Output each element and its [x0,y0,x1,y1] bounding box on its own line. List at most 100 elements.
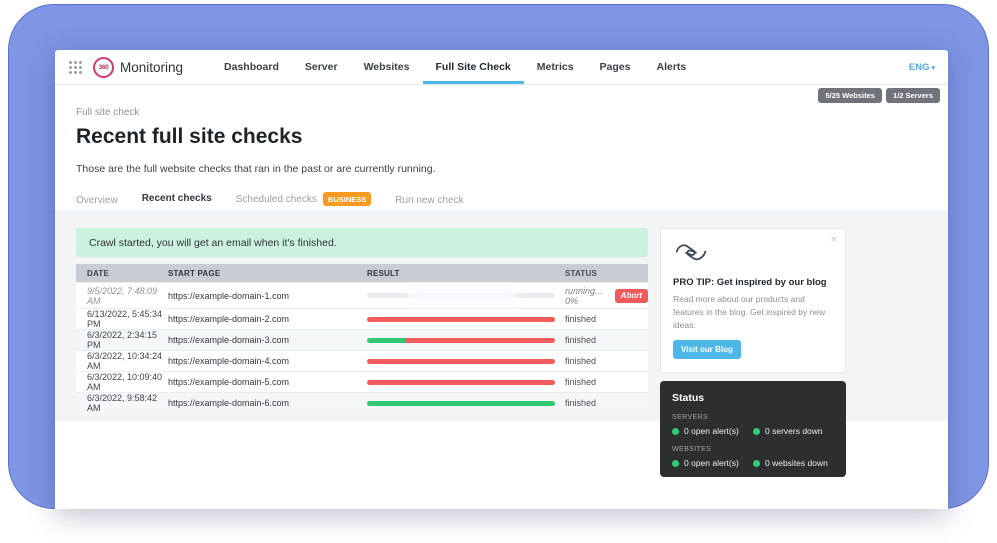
handshake-icon [673,240,709,265]
check-result-cell [365,401,560,406]
table-row: 6/3/2022, 10:09:40 AMhttps://example-dom… [76,371,648,392]
check-date: 6/3/2022, 10:09:40 AM [76,372,166,392]
status-section-row: 0 open alert(s) 0 servers down [672,426,834,436]
column-header-result: RESULT [365,269,560,278]
status-section-label-websites: WEBSITES [672,446,834,453]
check-result-cell [365,293,560,298]
status-text: running... 0% [565,286,608,306]
side-column: × PRO TIP: Get inspired by our blog Read… [660,228,846,477]
status-alert-item: 0 servers down [753,426,834,436]
table-row: 6/3/2022, 2:34:15 PMhttps://example-doma… [76,329,648,350]
nav-item-server[interactable]: Server [292,50,351,84]
nav-item-pages[interactable]: Pages [587,50,644,84]
check-date: 6/13/2022, 5:45:34 PM [76,309,166,329]
abort-button[interactable]: Abort [615,289,648,303]
usage-badge-1-2-servers: 1/2 Servers [886,88,940,103]
check-status-cell: finished [560,398,648,408]
check-start-page[interactable]: https://example-domain-3.com [166,335,365,345]
page-canvas: 360 Monitoring DashboardServerWebsitesFu… [0,0,997,543]
check-start-page[interactable]: https://example-domain-4.com [166,356,365,366]
status-text: finished [565,314,596,324]
business-badge: BUSINESS [323,192,371,206]
column-header-status: STATUS [560,269,648,278]
result-bar-red-segment [405,338,555,343]
check-date: 9/5/2022, 7:48:09 AM [76,286,166,306]
status-text: finished [565,356,596,366]
table-row: 6/3/2022, 10:34:24 AMhttps://example-dom… [76,350,648,371]
table-header-row: DATESTART PAGERESULTSTATUS [76,264,648,282]
green-status-dot-icon [672,460,679,467]
result-progress-bar [367,293,555,298]
table-row: 6/3/2022, 9:58:42 AMhttps://example-doma… [76,392,648,413]
result-progress-bar [367,380,555,385]
check-date: 6/3/2022, 9:58:42 AM [76,393,166,413]
visit-blog-button[interactable]: Visit our Blog [673,340,741,359]
status-card: Status SERVERS 0 open alert(s) 0 servers d… [660,381,846,477]
check-result-cell [365,338,560,343]
close-icon[interactable]: × [831,234,837,246]
result-bar-red-segment [367,317,555,322]
status-alert-text: 0 servers down [765,426,823,436]
result-bar-green-segment [367,401,555,406]
result-progress-bar [367,359,555,364]
usage-badge-5-25-websites: 5/25 Websites [818,88,881,103]
app-window: 360 Monitoring DashboardServerWebsitesFu… [55,50,948,509]
tab-label: Overview [76,195,118,206]
status-section-row: 0 open alert(s) 0 websites down [672,458,834,468]
check-status-cell: finished [560,314,648,324]
app-grid-icon[interactable] [68,60,82,74]
status-alert-text: 0 websites down [765,458,828,468]
check-start-page[interactable]: https://example-domain-6.com [166,398,365,408]
result-progress-bar [367,401,555,406]
result-progress-bar [367,338,555,343]
checks-table: DATESTART PAGERESULTSTATUS 9/5/2022, 7:4… [76,264,648,413]
check-status-cell: running... 0% Abort [560,286,648,306]
result-bar-red-segment [367,359,555,364]
nav-item-full-site-check[interactable]: Full Site Check [423,50,524,84]
status-alert-item: 0 open alert(s) [672,426,753,436]
tab-label: Run new check [395,195,463,206]
status-alert-item: 0 websites down [753,458,834,468]
check-result-cell [365,317,560,322]
green-status-dot-icon [753,460,760,467]
nav-item-websites[interactable]: Websites [351,50,423,84]
nav-item-alerts[interactable]: Alerts [643,50,699,84]
status-alert-text: 0 open alert(s) [684,426,739,436]
page-head: Full site check Recent full site checks … [55,85,948,213]
result-bar-red-segment [367,380,555,385]
check-date: 6/3/2022, 2:34:15 PM [76,330,166,350]
green-status-dot-icon [753,428,760,435]
column-header-start-page: START PAGE [166,269,365,278]
status-text: finished [565,335,596,345]
table-row: 6/13/2022, 5:45:34 PMhttps://example-dom… [76,308,648,329]
check-start-page[interactable]: https://example-domain-1.com [166,291,365,301]
protip-body: Read more about our products and feature… [673,293,833,331]
status-section-label-servers: SERVERS [672,414,834,421]
status-alert-text: 0 open alert(s) [684,458,739,468]
brand-name[interactable]: Monitoring [120,60,183,75]
table-body: 9/5/2022, 7:48:09 AMhttps://example-doma… [76,282,648,413]
check-start-page[interactable]: https://example-domain-2.com [166,314,365,324]
nav-item-metrics[interactable]: Metrics [524,50,587,84]
brand-logo-icon[interactable]: 360 [93,57,114,78]
check-start-page[interactable]: https://example-domain-5.com [166,377,365,387]
breadcrumb: Full site check [76,107,927,118]
top-nav-bar: 360 Monitoring DashboardServerWebsitesFu… [55,50,948,85]
protip-title: PRO TIP: Get inspired by our blog [673,277,833,288]
check-date: 6/3/2022, 10:34:24 AM [76,351,166,371]
page-description: Those are the full website checks that r… [76,163,927,175]
usage-badges: 5/25 Websites 1/2 Servers [818,88,940,103]
language-selector[interactable]: ENG▾ [909,62,935,73]
tab-label: Scheduled checks [236,194,317,205]
check-result-cell [365,359,560,364]
column-header-date: DATE [76,269,166,278]
status-card-title: Status [672,392,834,404]
result-bar-green-segment [367,338,405,343]
status-text: finished [565,398,596,408]
content-section: Crawl started, you will get an email whe… [55,210,948,421]
nav-item-dashboard[interactable]: Dashboard [211,50,292,84]
check-status-cell: finished [560,356,648,366]
status-sections: SERVERS 0 open alert(s) 0 servers down WEBS… [672,414,834,468]
status-text: finished [565,377,596,387]
language-label: ENG [909,62,930,73]
